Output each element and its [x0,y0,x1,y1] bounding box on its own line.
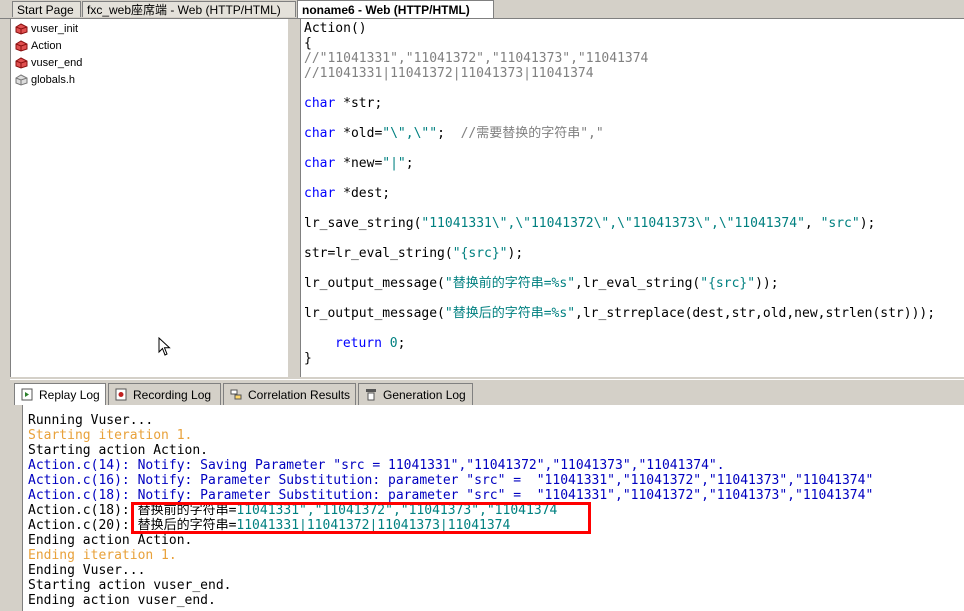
generation-log-icon [366,389,376,401]
code-line: lr_save_string("11041331\",\"11041372\",… [304,216,876,231]
tab-noname6[interactable]: noname6 - Web (HTTP/HTML) [297,0,494,18]
code-line: lr_output_message("替换前的字符串=%s",lr_eval_s… [304,276,779,291]
log-line: Action.c(18): Notify: Parameter Substitu… [28,488,874,503]
correlation-icon [230,389,242,400]
log-line: Starting iteration 1. [28,428,193,443]
output-tab-bar: Replay Log Recording Log Correlation Res… [10,379,964,406]
code-line: char *new="|"; [304,156,414,171]
log-gutter [10,405,22,611]
code-line: } [304,351,312,366]
code-line: char *str; [304,96,383,111]
log-line: Starting action vuser_end. [28,578,232,593]
tab-start-page[interactable]: Start Page [12,1,81,17]
tab-replay-log[interactable]: Replay Log [14,383,106,405]
tree-item-globals[interactable]: globals.h [15,72,75,88]
tree-item-label: globals.h [31,74,76,86]
log-line: Ending action Action. [28,533,193,548]
script-tree: vuser_init Action vuser_end globals.h [10,19,290,377]
log-line: Starting action Action. [28,443,209,458]
log-line: Running Vuser... [28,413,154,428]
highlight-box [131,502,591,534]
log-line: Ending Vuser... [28,563,146,578]
code-line: Action() [304,21,367,36]
tree-item-label: Action [31,40,62,52]
header-file-icon [15,74,28,86]
log-line: Action.c(16): Notify: Parameter Substitu… [28,473,874,488]
log-line: Action.c(14): Notify: Saving Parameter "… [28,458,725,473]
code-comment: //"11041331","11041372","11041373","1104… [304,51,649,66]
tab-fxc-web[interactable]: fxc_web座席端 - Web (HTTP/HTML) [82,1,296,17]
code-editor[interactable]: Action() { //"11041331","11041372","1104… [300,19,964,377]
replay-log-icon [21,388,33,401]
recording-log-icon [115,388,127,401]
code-line: { [304,36,312,51]
action-file-icon [15,57,28,69]
tree-item-action[interactable]: Action [15,38,62,54]
log-line: Ending action vuser_end. [28,593,216,608]
tree-item-label: vuser_end [31,57,83,69]
code-line: char *dest; [304,186,391,201]
log-line: Ending iteration 1. [28,548,177,563]
code-comment: //11041331|11041372|11041373|11041374 [304,66,594,81]
tab-generation-log[interactable]: Generation Log [358,383,473,405]
code-line: str=lr_eval_string("{src}"); [304,246,524,261]
mouse-cursor-icon [158,337,171,356]
code-line: return 0; [335,336,406,351]
action-file-icon [15,23,28,35]
tree-item-label: vuser_init [31,23,79,35]
code-line: lr_output_message("替换后的字符串=%s",lr_strrep… [304,306,936,321]
pane-splitter[interactable] [288,19,300,377]
tab-correlation-results[interactable]: Correlation Results [223,383,356,405]
document-tab-bar: Start Page fxc_web座席端 - Web (HTTP/HTML) … [0,0,964,19]
action-file-icon [15,40,28,52]
code-line: char *old="\",\""; //需要替换的字符串"," [304,126,604,141]
tree-item-vuser-end[interactable]: vuser_end [15,55,82,71]
tab-recording-log[interactable]: Recording Log [108,383,221,405]
tree-item-vuser-init[interactable]: vuser_init [15,21,78,37]
